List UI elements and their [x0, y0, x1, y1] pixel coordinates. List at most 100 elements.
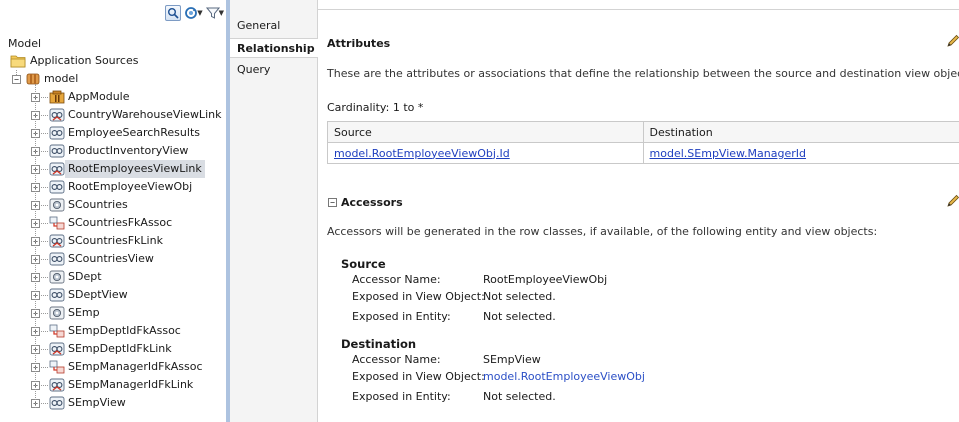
tree-connector [41, 151, 48, 152]
association-icon [49, 216, 65, 230]
tree-item[interactable]: + SEmpManagerIdFkAssoc [0, 358, 226, 376]
tree-item[interactable]: + RootEmployeesViewLink [0, 160, 226, 178]
tree-item[interactable]: + AppModule [0, 88, 226, 106]
tree-connector [41, 97, 48, 98]
tree-item[interactable]: + SEmpView [0, 394, 226, 412]
tree-connector [41, 169, 48, 170]
editor-tabs: General Relationship Query [230, 0, 319, 422]
tree-item-label: SEmp [68, 306, 100, 319]
edit-accessors-pencil-icon[interactable] [946, 194, 959, 208]
folder-icon [10, 54, 26, 68]
tree-item[interactable]: + EmployeeSearchResults [0, 124, 226, 142]
collapse-node-toggle[interactable]: − [12, 75, 21, 84]
view-link-icon [49, 234, 65, 248]
view-link-icon [49, 378, 65, 392]
tree-item-label: ProductInventoryView [68, 144, 189, 157]
tree-item[interactable]: + RootEmployeeViewObj [0, 178, 226, 196]
tree-item[interactable]: Application Sources [0, 52, 226, 70]
attributes-title: Attributes [327, 37, 391, 50]
tree-item[interactable]: + SDeptView [0, 286, 226, 304]
accessors-title: Accessors [341, 196, 403, 209]
destination-title: Destination [341, 337, 417, 351]
tree-item-label: Application Sources [30, 54, 139, 67]
tree-connector [41, 187, 48, 188]
association-icon [49, 324, 65, 338]
tree-item[interactable]: + SEmpManagerIdFkLink [0, 376, 226, 394]
column-header-destination[interactable]: Destination [642, 121, 959, 143]
view-link-icon [49, 342, 65, 356]
tree-item[interactable]: + SEmpDeptIdFkAssoc [0, 322, 226, 340]
entity-object-icon [49, 306, 65, 320]
tree-connector [41, 295, 48, 296]
view-object-icon [49, 144, 65, 158]
tab-query[interactable]: Query [230, 60, 318, 80]
tree-item-label: RootEmployeesViewLink [65, 160, 205, 178]
tree-item[interactable]: + SCountries [0, 196, 226, 214]
divider [318, 9, 959, 10]
attributes-table: Source Destination model.RootEmployeeVie… [327, 121, 959, 164]
tree-item-label: SCountries [68, 198, 128, 211]
view-object-icon [49, 126, 65, 140]
app-module-icon [49, 90, 65, 104]
tree-item[interactable]: + CountryWarehouseViewLink [0, 106, 226, 124]
tree-item[interactable]: + SEmp [0, 304, 226, 322]
tree-item[interactable]: + SCountriesFkAssoc [0, 214, 226, 232]
tree-item[interactable]: + SCountriesView [0, 250, 226, 268]
chevron-down-icon: ▼ [218, 9, 224, 17]
source-attribute-cell: model.RootEmployeeViewObj.Id [327, 142, 644, 164]
refresh-icon [185, 7, 198, 19]
source-exposed-vo-value: Not selected. [483, 290, 556, 303]
tree-item[interactable]: − model [0, 70, 226, 88]
tree-item-label: SDept [68, 270, 102, 283]
navigator-title: Model [8, 37, 42, 50]
sync-button[interactable]: ▼ [184, 6, 203, 20]
tree-item-label: SCountriesFkAssoc [68, 216, 173, 229]
find-button[interactable] [165, 5, 182, 21]
table-header-row: Source Destination [327, 121, 959, 143]
tree-item-label: SEmpManagerIdFkLink [68, 378, 194, 391]
accessors-collapse-toggle[interactable]: − [328, 198, 337, 207]
destination-accessor-name-label: Accessor Name: [352, 353, 441, 366]
edit-attributes-pencil-icon[interactable] [946, 34, 959, 48]
magnifier-icon [168, 8, 179, 19]
tree-item[interactable]: + SDept [0, 268, 226, 286]
tree-item-label: SEmpDeptIdFkAssoc [68, 324, 181, 337]
tree-connector [41, 277, 48, 278]
view-link-icon [49, 108, 65, 122]
destination-exposed-entity-value: Not selected. [483, 390, 556, 403]
tree-item[interactable]: + SEmpDeptIdFkLink [0, 340, 226, 358]
destination-attribute-cell: model.SEmpView.ManagerId [642, 142, 959, 164]
source-accessor-name-value: RootEmployeeViewObj [483, 273, 608, 286]
attributes-description: These are the attributes or associations… [327, 67, 959, 80]
view-link-icon [49, 162, 65, 176]
association-icon [49, 360, 65, 374]
tree-item-label: AppModule [68, 90, 130, 103]
tree-item-label: SCountriesView [68, 252, 154, 265]
tree-item[interactable]: + SCountriesFkLink [0, 232, 226, 250]
source-accessor-name-label: Accessor Name: [352, 273, 441, 286]
cardinality-label: Cardinality: 1 to * [327, 101, 424, 114]
chevron-down-icon: ▼ [197, 9, 203, 17]
tree-connector [41, 133, 48, 134]
tab-relationship[interactable]: Relationship [230, 38, 319, 58]
tree-item-label: CountryWarehouseViewLink [68, 108, 222, 121]
table-row[interactable]: model.RootEmployeeViewObj.Id model.SEmpV… [327, 142, 959, 164]
destination-attribute-link[interactable]: model.SEmpView.ManagerId [650, 147, 806, 160]
destination-exposed-vo-value[interactable]: model.RootEmployeeViewObj [483, 370, 645, 383]
tab-general[interactable]: General [230, 16, 318, 36]
view-object-icon [49, 252, 65, 266]
column-header-source[interactable]: Source [327, 121, 644, 143]
destination-accessor-name-value: SEmpView [483, 353, 541, 366]
filter-icon [205, 7, 220, 19]
tree-connector [41, 331, 48, 332]
source-attribute-link[interactable]: model.RootEmployeeViewObj.Id [334, 147, 510, 160]
accessors-description: Accessors will be generated in the row c… [327, 225, 878, 238]
tree-connector [41, 349, 48, 350]
tree-connector [41, 313, 48, 314]
package-icon [25, 72, 41, 86]
tree-item-label: SCountriesFkLink [68, 234, 163, 247]
filter-button[interactable]: ▼ [205, 6, 224, 20]
tree-item[interactable]: + ProductInventoryView [0, 142, 226, 160]
project-tree: Application Sources − model + AppModule + Coun… [0, 52, 226, 412]
relationship-panel: Attributes These are the attributes or a… [318, 0, 959, 422]
